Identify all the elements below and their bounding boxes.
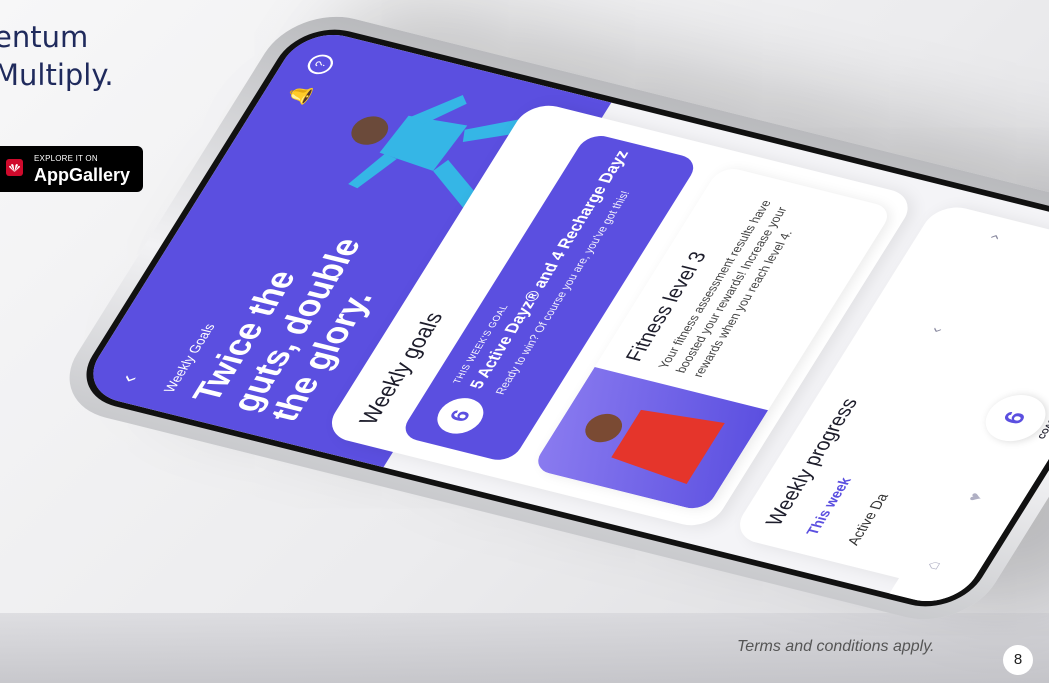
terms-text: Terms and conditions apply. bbox=[737, 638, 935, 655]
headline-line-1: entum bbox=[0, 20, 89, 54]
chevron-right-icon[interactable]: › bbox=[985, 232, 1006, 241]
badge-small-label: EXPLORE IT ON bbox=[34, 154, 98, 163]
back-chevron-icon[interactable]: ‹ bbox=[114, 372, 144, 385]
progress-metric-label: Active Da bbox=[843, 491, 892, 547]
help-icon[interactable]: ? bbox=[303, 52, 338, 77]
huawei-logo-icon bbox=[6, 159, 23, 176]
headline-line-2: Multiply. bbox=[0, 58, 114, 92]
headline: entum Multiply. bbox=[0, 18, 114, 94]
fitness-photo bbox=[531, 367, 769, 513]
appgallery-badge[interactable]: EXPLORE IT ON AppGallery bbox=[0, 146, 143, 192]
phone-mockup: ‹ 🔔 ? Weekly Goals Twice the guts, doubl… bbox=[46, 4, 1049, 632]
badge-big-label: AppGallery bbox=[34, 165, 131, 185]
bell-icon[interactable]: 🔔 bbox=[284, 83, 317, 107]
chevron-left-icon[interactable]: ‹ bbox=[927, 326, 948, 335]
page-number: 8 bbox=[1003, 645, 1033, 675]
vitality-coin-icon: 6 bbox=[429, 393, 492, 438]
